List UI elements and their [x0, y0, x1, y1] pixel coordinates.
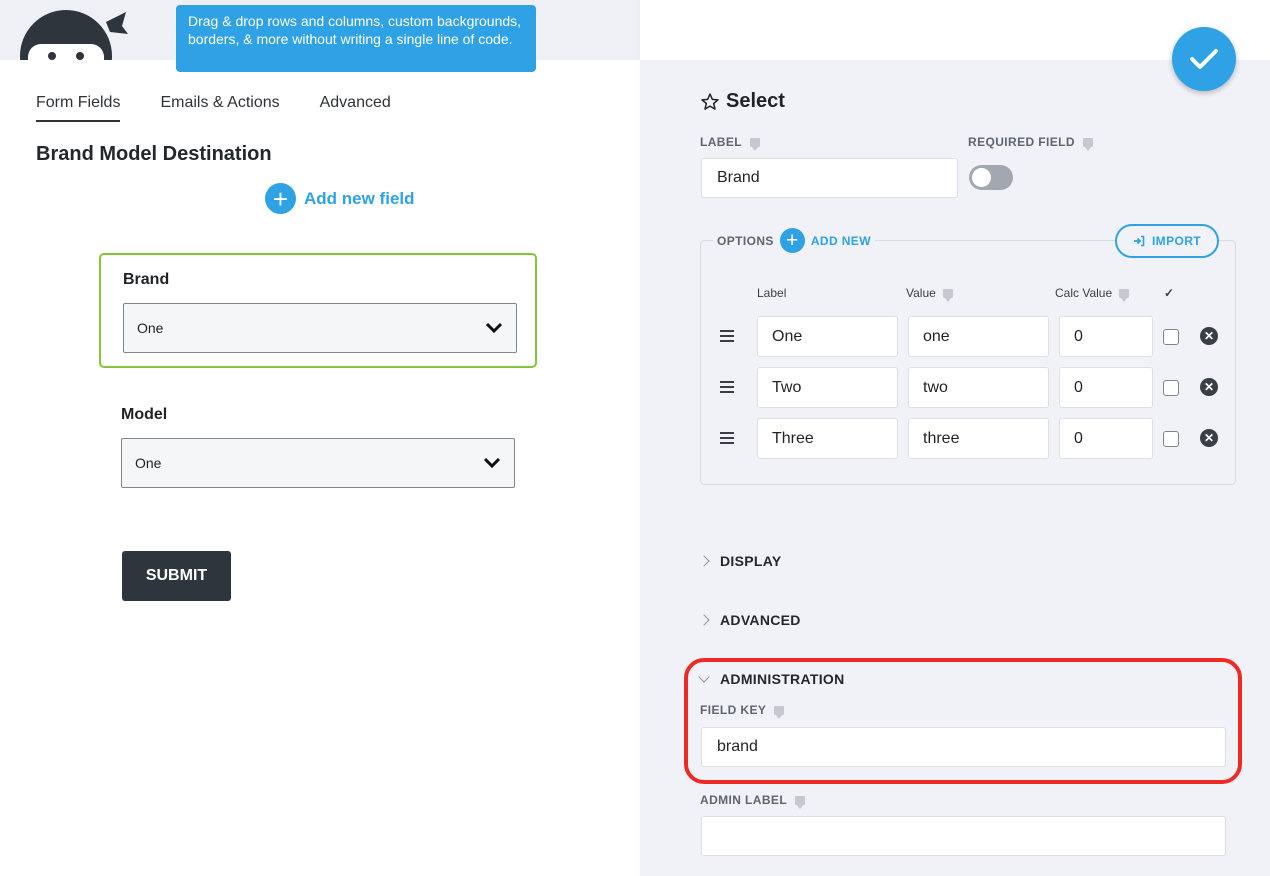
- builder-tooltip: Drag & drop rows and columns, custom bac…: [176, 5, 536, 72]
- option-value-input[interactable]: one: [908, 316, 1049, 357]
- section-advanced[interactable]: ADVANCED: [698, 612, 801, 628]
- add-new-field-button[interactable]: + Add new field: [265, 183, 415, 214]
- chevron-down-icon: [485, 322, 503, 334]
- annotation-highlight-box: [684, 658, 1242, 784]
- option-default-checkbox[interactable]: [1163, 431, 1179, 447]
- add-new-field-label: Add new field: [304, 188, 415, 208]
- checkmark-icon: [1190, 49, 1218, 69]
- option-default-checkbox[interactable]: [1163, 380, 1179, 396]
- toggle-knob: [972, 168, 991, 187]
- help-bubble-icon[interactable]: [1082, 137, 1093, 151]
- field-card-model[interactable]: Model One: [99, 390, 537, 505]
- option-label-input[interactable]: Two: [757, 367, 898, 408]
- add-new-option-button[interactable]: + ADD NEW: [779, 228, 871, 253]
- remove-option-icon[interactable]: ✕: [1200, 378, 1218, 396]
- option-value-input[interactable]: three: [908, 418, 1049, 459]
- help-bubble-icon[interactable]: [1119, 288, 1130, 302]
- field-settings-drawer: Select LABEL Brand REQUIRED FIELD OPTION…: [640, 0, 1270, 876]
- field-label: Brand: [123, 271, 170, 288]
- chevron-right-icon: [698, 614, 710, 626]
- field-card-brand[interactable]: Brand One: [99, 253, 537, 368]
- star-icon: [701, 92, 719, 110]
- admin-label-input[interactable]: [701, 816, 1226, 856]
- option-calc-input[interactable]: 0: [1059, 367, 1153, 408]
- drag-handle-icon[interactable]: [720, 381, 734, 393]
- col-header-check-icon: ✓: [1164, 286, 1175, 300]
- option-calc-input[interactable]: 0: [1059, 316, 1153, 357]
- option-default-checkbox[interactable]: [1163, 329, 1179, 345]
- drawer-title-text: Select: [726, 90, 785, 112]
- option-row: Two two 0 ✕: [640, 367, 1270, 408]
- col-header-value: Value: [906, 286, 953, 302]
- label-input[interactable]: Brand: [701, 158, 958, 198]
- builder-tabs: Form Fields Emails & Actions Advanced: [36, 94, 391, 122]
- section-display[interactable]: DISPLAY: [698, 553, 782, 569]
- plus-icon: +: [779, 228, 805, 253]
- remove-option-icon[interactable]: ✕: [1200, 327, 1218, 345]
- col-header-label: Label: [757, 286, 787, 300]
- select-value: One: [135, 455, 162, 471]
- label-caption: LABEL: [700, 135, 760, 151]
- tab-form-fields[interactable]: Form Fields: [36, 94, 121, 122]
- options-caption: OPTIONS: [717, 233, 774, 248]
- option-value-input[interactable]: two: [908, 367, 1049, 408]
- admin-label-caption: ADMIN LABEL: [700, 793, 806, 809]
- help-bubble-icon[interactable]: [750, 137, 760, 151]
- option-label-input[interactable]: One: [757, 316, 898, 357]
- drawer-title: Select: [700, 90, 785, 113]
- drag-handle-icon[interactable]: [720, 432, 734, 444]
- add-new-label: ADD NEW: [810, 233, 871, 248]
- plus-icon: +: [265, 183, 296, 214]
- option-label-input[interactable]: Three: [757, 418, 898, 459]
- remove-option-icon[interactable]: ✕: [1200, 429, 1218, 447]
- option-calc-input[interactable]: 0: [1059, 418, 1153, 459]
- import-button[interactable]: IMPORT: [1115, 224, 1219, 258]
- tab-advanced[interactable]: Advanced: [320, 94, 391, 122]
- drag-handle-icon[interactable]: [720, 330, 734, 342]
- field-label: Model: [121, 406, 168, 423]
- brand-select[interactable]: One: [123, 303, 517, 353]
- help-bubble-icon[interactable]: [795, 795, 806, 809]
- submit-button[interactable]: SUBMIT: [122, 551, 231, 601]
- option-row: One one 0 ✕: [640, 316, 1270, 357]
- import-label: IMPORT: [1151, 234, 1202, 248]
- required-field-toggle[interactable]: [969, 165, 1013, 190]
- tab-emails-actions[interactable]: Emails & Actions: [160, 94, 279, 122]
- chevron-down-icon: [483, 457, 501, 469]
- option-row: Three three 0 ✕: [640, 418, 1270, 459]
- help-bubble-icon[interactable]: [942, 288, 953, 302]
- options-header: OPTIONS + ADD NEW: [713, 228, 875, 253]
- required-field-caption: REQUIRED FIELD: [968, 135, 1093, 151]
- form-title: Brand Model Destination: [36, 143, 272, 165]
- import-icon: [1133, 235, 1145, 247]
- col-header-calc-value: Calc Value: [1055, 286, 1130, 302]
- chevron-right-icon: [698, 555, 710, 567]
- ninja-logo-icon: [14, 8, 134, 60]
- done-button[interactable]: [1172, 27, 1236, 91]
- model-select[interactable]: One: [121, 438, 515, 488]
- select-value: One: [137, 320, 164, 336]
